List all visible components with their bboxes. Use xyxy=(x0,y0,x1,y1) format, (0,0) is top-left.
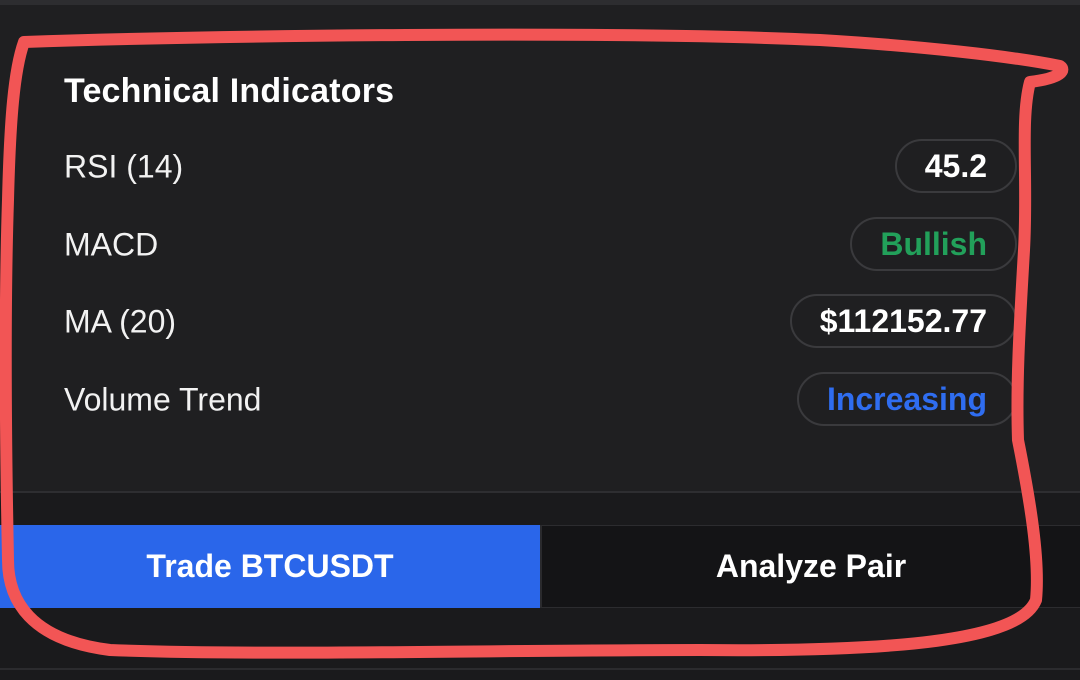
indicator-value-badge: Increasing xyxy=(796,372,1017,426)
indicator-label: RSI (14) xyxy=(64,148,184,185)
indicator-value-badge: 45.2 xyxy=(894,139,1017,193)
analyze-pair-button[interactable]: Analyze Pair xyxy=(540,525,1080,608)
indicator-row-macd: MACD Bullish xyxy=(64,217,1017,273)
indicator-label: Volume Trend xyxy=(64,381,262,418)
indicator-row-rsi: RSI (14) 45.2 xyxy=(64,139,1017,195)
section-title: Technical Indicators xyxy=(64,72,395,110)
indicator-row-ma: MA (20) $112152.77 xyxy=(64,294,1017,350)
indicator-label: MA (20) xyxy=(64,303,177,340)
trade-button[interactable]: Trade BTCUSDT xyxy=(0,525,540,608)
indicator-value-badge: $112152.77 xyxy=(789,294,1017,348)
bottom-divider xyxy=(0,668,1080,670)
indicator-value-badge: Bullish xyxy=(850,217,1017,271)
indicator-label: MACD xyxy=(64,226,159,263)
indicator-row-volume-trend: Volume Trend Increasing xyxy=(64,372,1017,428)
